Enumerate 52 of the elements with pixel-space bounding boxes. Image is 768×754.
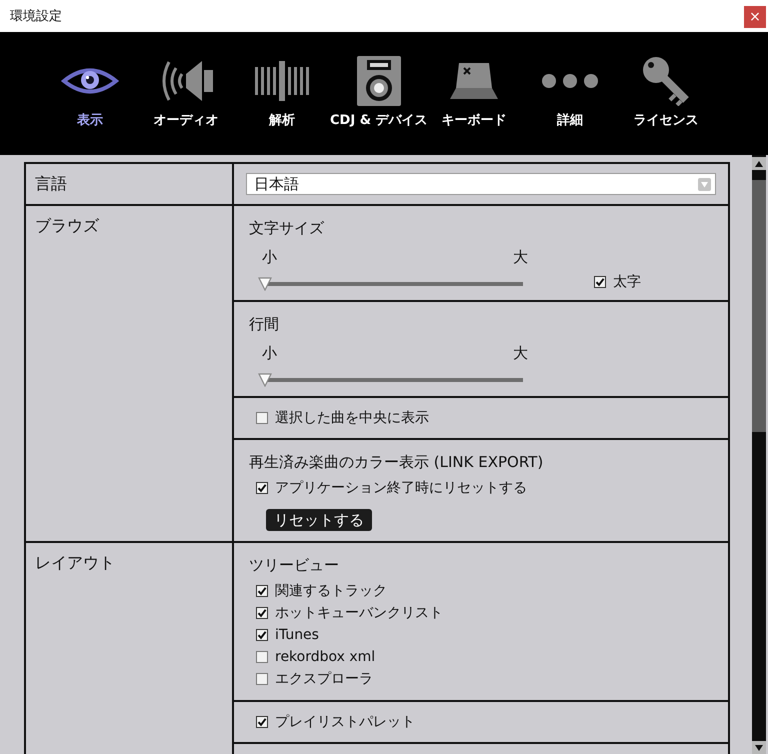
slider-max-label: 大 [513, 343, 528, 363]
scroll-down-button[interactable] [752, 741, 766, 754]
up-arrow-icon [755, 160, 763, 166]
toolbar-tab[interactable]: 表示 [61, 56, 119, 129]
toolbar-tab[interactable]: CDJ & デバイス [330, 56, 428, 129]
window-title: 環境設定 [10, 8, 62, 25]
toolbar-tab[interactable]: 解析 [255, 56, 309, 129]
checkbox[interactable] [256, 629, 268, 641]
toolbar-tab[interactable]: 詳細 [542, 56, 598, 129]
reset-button[interactable]: リセットする [266, 509, 372, 531]
checkbox[interactable] [256, 585, 268, 597]
checkbox[interactable] [256, 412, 268, 424]
slider-min-label: 小 [262, 247, 277, 267]
checkbox-label: アプリケーション終了時にリセットする [275, 479, 527, 497]
checkbox-label: 関連するトラック [275, 582, 387, 600]
section-title: ツリービュー [249, 555, 340, 575]
checkbox-label: 選択した曲を中央に表示 [275, 409, 429, 427]
scrollbar-thumb[interactable] [752, 180, 766, 432]
checkbox[interactable] [256, 482, 268, 494]
checkbox-label: iTunes [275, 626, 319, 644]
setting-label: 言語 [35, 174, 67, 194]
checkbox-label: エクスプローラ [275, 670, 373, 688]
waveform-icon [255, 61, 309, 101]
checkbox-label: 太字 [613, 273, 641, 291]
dropdown[interactable]: 日本語 [246, 173, 716, 195]
slider-max-label: 大 [513, 247, 528, 267]
down-arrow-icon [755, 744, 763, 750]
checkbox-label: rekordbox xml [275, 648, 376, 666]
scrollbar[interactable] [752, 155, 766, 754]
checkbox[interactable] [256, 607, 268, 619]
checkbox[interactable] [256, 651, 268, 663]
checkbox-label: ホットキューバンクリスト [275, 604, 443, 622]
setting-label: ブラウズ [35, 216, 99, 236]
scroll-up-button[interactable] [752, 157, 766, 170]
key-icon [642, 56, 690, 106]
toolbar-tab[interactable]: ライセンス [634, 56, 698, 129]
setting-label: レイアウト [35, 553, 115, 573]
toolbar-tab[interactable]: オーディオ [154, 56, 218, 129]
slider-min-label: 小 [262, 343, 277, 363]
slider-thumb[interactable] [258, 277, 272, 291]
toolbar-tab[interactable]: キーボード [442, 56, 506, 129]
checkbox[interactable] [256, 673, 268, 685]
section-title: 行間 [249, 314, 280, 334]
checkbox[interactable] [256, 716, 268, 728]
section-title: 再生済み楽曲のカラー表示 (LINK EXPORT) [249, 452, 544, 472]
close-button[interactable]: × [744, 6, 766, 28]
more-icon [542, 74, 598, 88]
checkbox[interactable] [594, 276, 606, 288]
slider-thumb[interactable] [258, 373, 272, 387]
checkbox-label: プレイリストパレット [275, 713, 415, 731]
section-title: 文字サイズ [249, 218, 325, 238]
keycap-icon [450, 61, 498, 101]
